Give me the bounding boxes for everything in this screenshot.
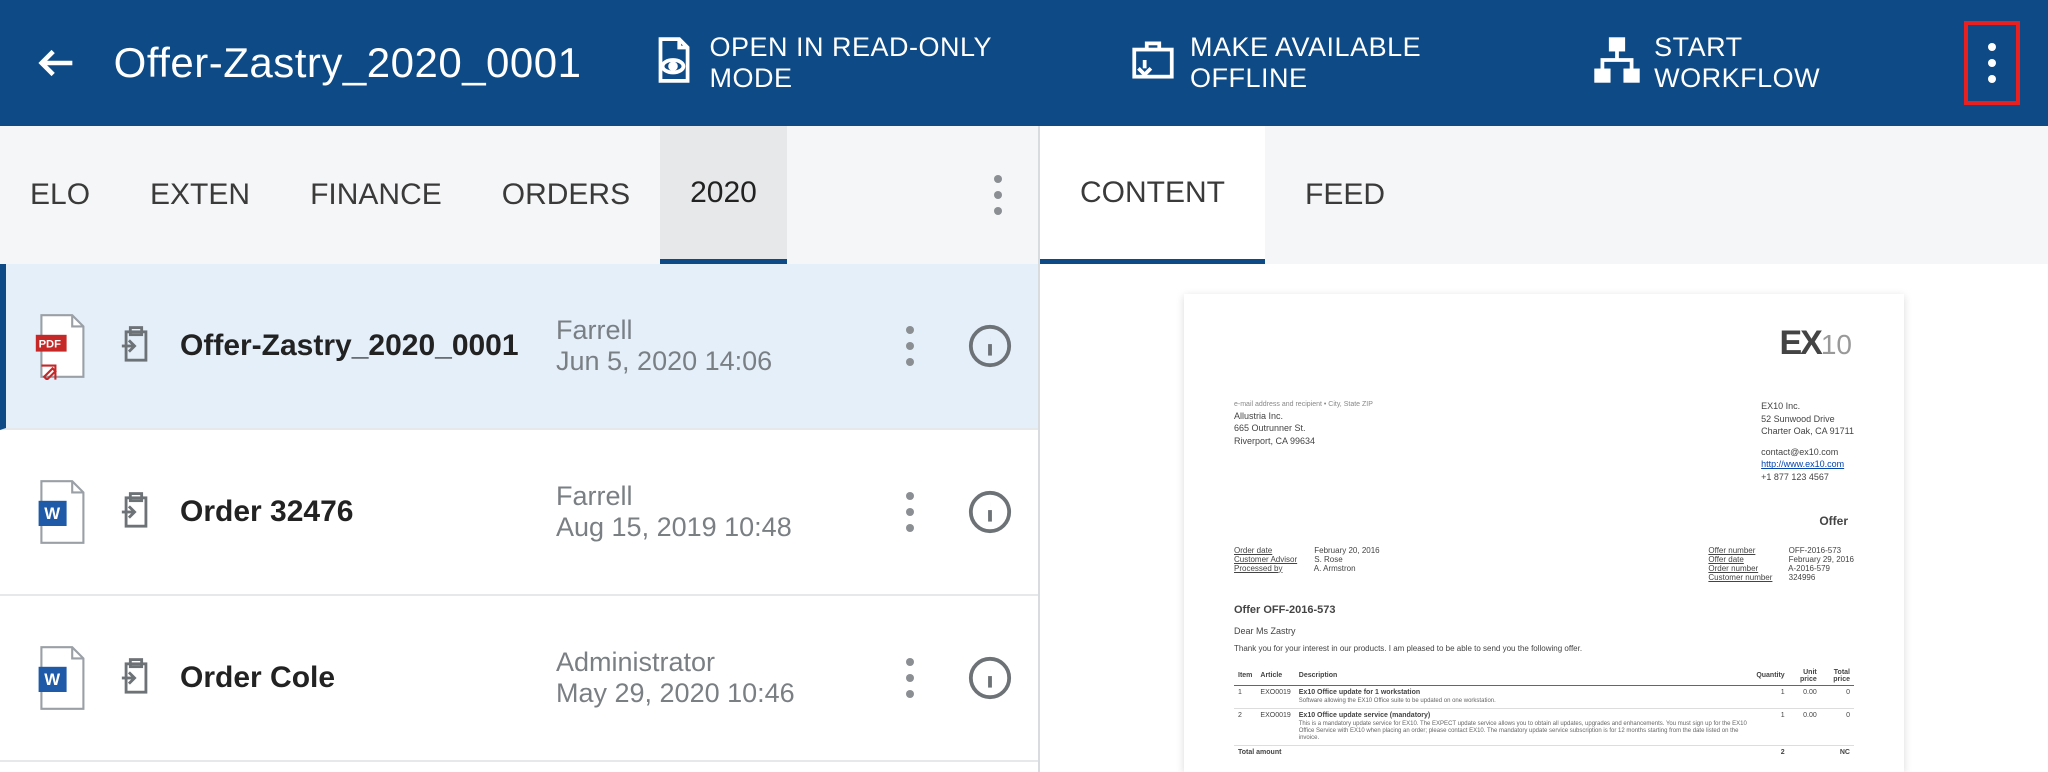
sender-web: http://www.ex10.com <box>1761 458 1854 471</box>
sender-street: 52 Sunwood Drive <box>1761 413 1854 426</box>
word-icon: W <box>30 642 92 714</box>
document-list: PDF Offer-Zastry_2020_0001 Farrell <box>0 264 1038 772</box>
folder-pane: ELO EXTEN FINANCE ORDERS 2020 PDF <box>0 126 1040 772</box>
svg-text:W: W <box>44 670 60 689</box>
more-vertical-icon <box>906 658 914 698</box>
list-item-user: Farrell <box>556 481 633 512</box>
meta-left: Order date February 20, 2016 Customer Ad… <box>1234 546 1380 582</box>
list-item-date: Jun 5, 2020 14:06 <box>556 346 772 377</box>
breadcrumb-elo[interactable]: ELO <box>0 126 120 264</box>
more-vertical-icon <box>1988 43 1996 83</box>
list-item-title: Order 32476 <box>180 495 353 529</box>
breadcrumb-more-button[interactable] <box>958 126 1038 264</box>
preview-logo-sub: 10 <box>1821 329 1852 360</box>
preview-logo-main: EX <box>1779 324 1820 362</box>
list-item-title: Order Cole <box>180 661 335 695</box>
recipient-city: Riverport, CA 99634 <box>1234 435 1373 448</box>
make-offline-button[interactable]: MAKE AVAILABLE OFFLINE <box>1118 24 1554 102</box>
breadcrumb-row: ELO EXTEN FINANCE ORDERS 2020 <box>0 126 1038 264</box>
list-item-more-button[interactable] <box>890 316 930 376</box>
info-button[interactable] <box>964 486 1016 538</box>
document-eye-icon <box>648 35 698 92</box>
more-vertical-icon <box>906 492 914 532</box>
list-item-title: Offer-Zastry_2020_0001 <box>180 329 519 363</box>
header-more-button[interactable] <box>1964 21 2020 105</box>
dear-line: Dear Ms Zastry <box>1234 626 1854 636</box>
workflow-icon <box>1592 35 1642 92</box>
sender-phone: +1 877 123 4567 <box>1761 471 1854 484</box>
make-offline-label: MAKE AVAILABLE OFFLINE <box>1190 32 1544 94</box>
document-preview: EX10 e-mail address and recipient • City… <box>1184 294 1904 772</box>
preview-tabs: CONTENT FEED <box>1040 126 2048 264</box>
svg-text:W: W <box>44 504 60 523</box>
recipient-address: e-mail address and recipient • City, Sta… <box>1234 400 1373 484</box>
page-title: Offer-Zastry_2020_0001 <box>114 39 582 87</box>
tab-feed[interactable]: FEED <box>1265 126 1425 264</box>
info-button[interactable] <box>964 652 1016 704</box>
offer-table: Item Article Description Quantity Unit p… <box>1234 667 1854 760</box>
info-button[interactable] <box>964 320 1016 372</box>
back-button[interactable] <box>28 34 86 92</box>
breadcrumb-orders[interactable]: ORDERS <box>472 126 660 264</box>
more-vertical-icon <box>906 326 914 366</box>
offer-number: Offer OFF-2016-573 <box>1234 604 1854 616</box>
list-item[interactable]: W Order 32476 Farrell Aug 15, 2019 10:48 <box>0 430 1038 596</box>
list-item-more-button[interactable] <box>890 482 930 542</box>
list-item-date: Aug 15, 2019 10:48 <box>556 512 792 543</box>
more-vertical-icon <box>994 175 1002 215</box>
sender-address: EX10 Inc. 52 Sunwood Drive Charter Oak, … <box>1761 400 1854 484</box>
list-item[interactable]: W Order Cole Administrator May 29, 2020 … <box>0 596 1038 762</box>
pdf-icon: PDF <box>30 310 92 382</box>
breadcrumb-exten[interactable]: EXTEN <box>120 126 280 264</box>
offer-label: Offer <box>1234 514 1854 528</box>
word-icon: W <box>30 476 92 548</box>
intro-line: Thank you for your interest in our produ… <box>1234 644 1854 653</box>
preview-pane: CONTENT FEED EX10 e-mail address and rec… <box>1040 126 2048 772</box>
list-item-more-button[interactable] <box>890 648 930 708</box>
breadcrumb-finance[interactable]: FINANCE <box>280 126 472 264</box>
clipboard-arrow-icon <box>118 492 154 532</box>
list-item-date: May 29, 2020 10:46 <box>556 678 795 709</box>
start-workflow-button[interactable]: START WORKFLOW <box>1582 24 1924 102</box>
open-readonly-button[interactable]: OPEN IN READ-ONLY MODE <box>638 24 1091 102</box>
svg-text:PDF: PDF <box>39 338 62 350</box>
briefcase-download-icon <box>1128 35 1178 92</box>
list-item-user: Administrator <box>556 647 715 678</box>
preview-logo: EX10 <box>1779 324 1852 363</box>
recipient-name: Allustria Inc. <box>1234 410 1373 423</box>
sender-name: EX10 Inc. <box>1761 400 1854 413</box>
tab-content[interactable]: CONTENT <box>1040 126 1265 264</box>
sender-mail: contact@ex10.com <box>1761 446 1854 459</box>
list-item-user: Farrell <box>556 315 633 346</box>
list-item[interactable]: PDF Offer-Zastry_2020_0001 Farrell <box>0 264 1038 430</box>
open-readonly-label: OPEN IN READ-ONLY MODE <box>710 32 1081 94</box>
meta-right: Offer number OFF-2016-573 Offer date Feb… <box>1708 546 1854 582</box>
clipboard-arrow-icon <box>118 658 154 698</box>
recipient-street: 665 Outrunner St. <box>1234 422 1373 435</box>
start-workflow-label: START WORKFLOW <box>1654 32 1914 94</box>
app-header: Offer-Zastry_2020_0001 OPEN IN READ-ONLY… <box>0 0 2048 126</box>
sender-city: Charter Oak, CA 91711 <box>1761 425 1854 438</box>
clipboard-arrow-icon <box>118 326 154 366</box>
breadcrumb-2020[interactable]: 2020 <box>660 126 787 264</box>
